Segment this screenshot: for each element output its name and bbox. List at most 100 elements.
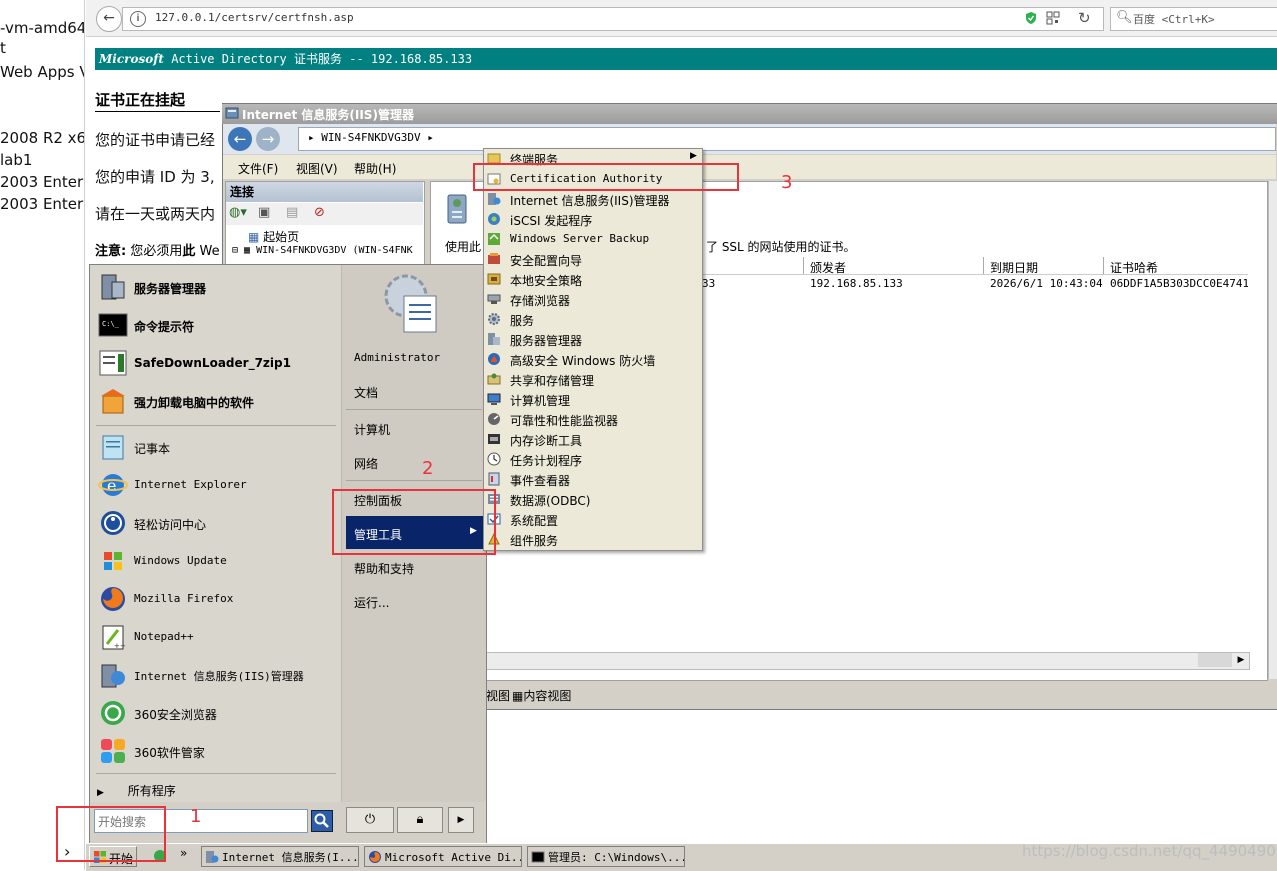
breadcrumb-text: ▸ WIN-S4FNKDVG3DV ▸ (308, 131, 434, 144)
admin-tool-item[interactable]: 任务计划程序 (484, 449, 700, 469)
iis-breadcrumb[interactable] (298, 127, 1276, 151)
cell-name-fragment[interactable]: 33 (702, 277, 715, 290)
start-item-ease-of-access[interactable]: 轻松访问中心 (98, 506, 334, 542)
start-right-documents[interactable]: 文档 (354, 384, 378, 401)
start-right-help[interactable]: 帮助和支持 (354, 560, 414, 577)
tree-server-node[interactable]: ⊟ ▦ WIN-S4FNKDVG3DV (WIN-S4FNK (232, 245, 422, 256)
column-separator[interactable] (1103, 257, 1104, 274)
admin-tool-item[interactable]: 可靠性和性能监视器 (484, 409, 700, 429)
lock-button[interactable]: 🔒︎ (397, 807, 443, 833)
actions-pane-edge (1268, 181, 1277, 679)
start-item-server-manager[interactable]: 服务器管理器 (98, 270, 334, 306)
admin-tool-item[interactable]: 安全配置向导 (484, 249, 700, 269)
start-item-label: 强力卸载电脑中的软件 (134, 396, 255, 410)
shutdown-options-button[interactable]: ▶ (448, 807, 474, 833)
start-item-notepadpp[interactable]: ++ Notepad++ (98, 620, 334, 656)
cell-expiry[interactable]: 2026/6/1 10:43:04 (990, 277, 1103, 290)
annotation-number-1: 1 (190, 806, 202, 827)
column-separator[interactable] (983, 257, 984, 274)
computer-management-icon (487, 393, 501, 405)
annotation-box-1 (56, 806, 166, 862)
start-right-divider (346, 409, 482, 410)
start-right-user[interactable]: Administrator (354, 351, 440, 364)
tab-content-view[interactable]: ▦内容视图 (512, 687, 571, 704)
services-gear-icon (488, 313, 500, 325)
start-right-run[interactable]: 运行... (354, 594, 389, 611)
quicklaunch-chevron[interactable]: » (180, 846, 187, 860)
admin-tool-label: Internet 信息服务(IIS)管理器 (510, 194, 670, 208)
admin-tool-item[interactable]: 数据源(ODBC) (484, 489, 700, 509)
breadcrumb-server[interactable]: WIN-S4FNKDVG3DV (321, 131, 420, 144)
shield-icon[interactable] (1024, 11, 1038, 25)
reload-icon[interactable]: ↻ (1078, 9, 1091, 27)
admin-tool-item[interactable]: 服务 (484, 309, 700, 329)
admin-tool-item[interactable]: 内存诊断工具 (484, 429, 700, 449)
nav-back-icon[interactable]: ← (228, 127, 252, 151)
start-item-ie[interactable]: e Internet Explorer (98, 468, 334, 504)
column-hash[interactable]: 证书哈希 (1110, 259, 1158, 276)
admin-tool-item[interactable]: Internet 信息服务(IIS)管理器 (484, 189, 700, 209)
cell-hash[interactable]: 06DDF1A5B303DCC0E4741AC (1110, 277, 1248, 290)
admin-tool-item[interactable]: 系统配置 (484, 509, 700, 529)
admin-tool-item[interactable]: 共享和存储管理 (484, 369, 700, 389)
scrollbar-thumb[interactable] (1198, 653, 1232, 667)
all-programs-button[interactable]: ▶ 所有程序 (97, 782, 176, 799)
column-separator[interactable] (803, 257, 804, 274)
menu-help[interactable]: 帮助(H) (354, 160, 396, 177)
taskbar-button-iis[interactable]: Internet 信息服务(I... (201, 846, 359, 867)
start-right-network[interactable]: 网络 (354, 455, 378, 472)
usage-text-suffix: 了 SSL 的网站使用的证书。 (706, 240, 856, 254)
tree-start-page[interactable]: ▦ 起始页 (248, 228, 299, 245)
column-expiry[interactable]: 到期日期 (990, 259, 1038, 276)
tab-content-label: 内容视图 (523, 689, 572, 703)
menu-file[interactable]: 文件(F) (238, 160, 278, 177)
start-right-computer[interactable]: 计算机 (354, 421, 390, 438)
iis-title: Internet 信息服务(IIS)管理器 (242, 108, 414, 122)
cell-issuer[interactable]: 192.168.85.133 (810, 277, 903, 290)
admin-tool-item[interactable]: 事件查看器 (484, 469, 700, 489)
performance-monitor-icon (488, 413, 500, 425)
menu-view[interactable]: 视图(V) (296, 160, 338, 177)
scroll-right-icon[interactable]: ▶ (1234, 653, 1248, 667)
start-item-cmd[interactable]: C:\_ 命令提示符 (98, 308, 334, 344)
start-item-windows-update[interactable]: Windows Update (98, 544, 334, 580)
connections-toolbar: ◍▾ ▣ ▤ ⊘ (226, 203, 423, 225)
info-icon[interactable]: i (130, 11, 146, 27)
column-issuer[interactable]: 颁发者 (810, 259, 846, 276)
power-button[interactable]: ⏻ (346, 807, 394, 833)
admin-tool-item[interactable]: 高级安全 Windows 防火墙 (484, 349, 700, 369)
admin-tool-item[interactable]: 组件服务 (484, 529, 700, 549)
admin-tool-item[interactable]: Windows Server Backup (484, 229, 700, 249)
back-arrow-icon[interactable]: ← (96, 6, 122, 32)
connect-globe-icon[interactable]: ◍▾ (229, 205, 247, 220)
start-item-safedownloader[interactable]: SafeDownLoader_7zip1 (98, 346, 334, 382)
admin-tool-item[interactable]: 计算机管理 (484, 389, 700, 409)
taskbar-label: Internet 信息服务(I... (222, 851, 359, 864)
tab-features-view[interactable]: 视图 (486, 687, 510, 704)
admin-tool-item[interactable]: 本地安全策略 (484, 269, 700, 289)
search-icon[interactable] (311, 810, 333, 832)
browser-search-placeholder[interactable]: 百度 <Ctrl+K> (1133, 11, 1215, 27)
save-icon[interactable]: ▣ (258, 205, 270, 220)
start-item-firefox[interactable]: Mozilla Firefox (98, 582, 334, 618)
admin-tool-item[interactable]: 存储浏览器 (484, 289, 700, 309)
start-item-360-software[interactable]: 360软件管家 (98, 734, 334, 770)
url-text[interactable]: 127.0.0.1/certsrv/certfnsh.asp (155, 11, 354, 24)
server-icon: ▦ (244, 245, 251, 256)
horizontal-scrollbar[interactable] (432, 652, 1250, 670)
search-icon[interactable]: 🔍︎ (1116, 10, 1133, 25)
start-item-uninstaller[interactable]: 强力卸载电脑中的软件 (98, 384, 334, 420)
admin-tool-item[interactable]: iSCSI 发起程序 (484, 209, 700, 229)
up-folder-icon[interactable]: ▤ (286, 205, 298, 220)
admin-tool-item[interactable]: 服务器管理器 (484, 329, 700, 349)
disconnect-icon[interactable]: ⊘ (314, 205, 325, 220)
start-item-notepad[interactable]: 记事本 (98, 430, 334, 466)
nav-forward-icon[interactable]: → (256, 127, 280, 151)
iis-manager-icon (101, 664, 125, 688)
taskbar-button-cmd[interactable]: 管理员: C:\Windows\... (527, 846, 685, 867)
taskbar-button-firefox[interactable]: Microsoft Active Di... (364, 846, 522, 867)
start-item-iis[interactable]: Internet 信息服务(IIS)管理器 (98, 658, 334, 694)
content-view-icon: ▦ (512, 689, 524, 703)
qr-code-icon[interactable] (1046, 11, 1060, 25)
start-item-360-browser[interactable]: 360安全浏览器 (98, 696, 334, 732)
